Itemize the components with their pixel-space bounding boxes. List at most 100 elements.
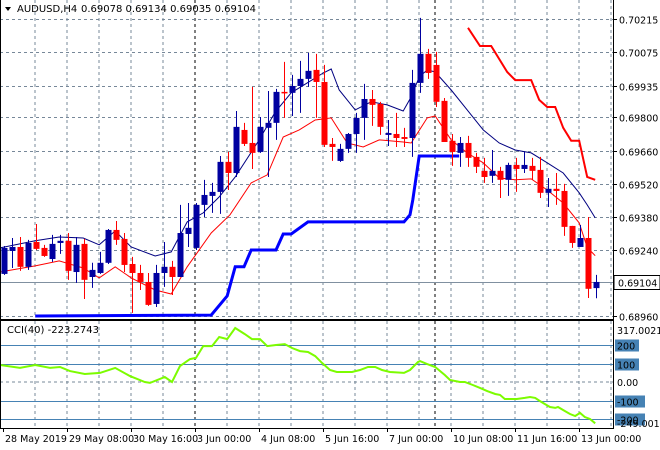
current-price-label: 0.69104 [618, 279, 657, 290]
time-tick-label: 10 Jun 08:00 [453, 434, 513, 445]
candle-body [1, 247, 8, 274]
candle-body [241, 129, 248, 144]
candle-body [161, 266, 168, 273]
candle-body [305, 70, 312, 79]
bear-candle [441, 98, 448, 143]
time-tick-label: 4 Jun 08:00 [261, 434, 315, 445]
candle-body [337, 148, 344, 161]
candle-body [457, 142, 464, 153]
candle-body [265, 122, 272, 128]
candle-body [545, 188, 552, 193]
candle-body [521, 164, 528, 169]
cci-max-label: 317.0021 [617, 326, 660, 337]
candle-body [377, 103, 384, 127]
candle-body [369, 98, 376, 105]
candle-body [73, 244, 80, 273]
candle-body [281, 91, 288, 94]
candle-body [217, 161, 224, 192]
price-tick-label: 0.70075 [619, 49, 658, 60]
cci-min-label: -249.0017 [617, 419, 660, 430]
candle-body [49, 243, 56, 260]
candle-body [441, 100, 448, 143]
candle-body [105, 229, 112, 263]
candle-body [33, 242, 40, 249]
candle-body [289, 85, 296, 93]
candle-body [481, 170, 488, 177]
time-tick-label: 11 Jun 16:00 [517, 434, 577, 445]
candle-body [585, 237, 592, 289]
candle-body [497, 170, 504, 180]
candle-body [577, 237, 584, 247]
candle-body [409, 82, 416, 138]
candle-body [313, 69, 320, 82]
candle-body [17, 246, 24, 267]
symbol-label: AUDUSD,H4 [17, 4, 77, 15]
time-tick-label: 29 May 08:00 [69, 434, 134, 445]
candle-body [185, 227, 192, 234]
candle-body [153, 272, 160, 304]
candle-body [25, 242, 32, 267]
ohlc-readout: 0.69078 0.69134 0.69035 0.69104 [81, 4, 256, 15]
candle-body [257, 126, 264, 152]
candle-body [473, 156, 480, 167]
candle-body [129, 263, 136, 273]
candle-body [201, 194, 208, 205]
price-tick-label: 0.69660 [619, 148, 658, 159]
candle-body [385, 133, 392, 135]
candle-body [81, 243, 88, 280]
price-tick-label: 0.68960 [619, 313, 658, 324]
candle-body [57, 240, 64, 243]
price-tick-label: 0.69935 [619, 83, 658, 94]
candle-body [233, 126, 240, 173]
time-tick-label: 30 May 16:00 [133, 434, 198, 445]
cci-level-label: 200 [617, 342, 635, 353]
candle-body [593, 281, 600, 289]
price-tick-label: 0.70215 [619, 16, 658, 27]
price-tick-label: 0.69520 [619, 181, 658, 192]
candle-body [249, 142, 256, 153]
candle-body [393, 133, 400, 138]
price-tick-label: 0.69380 [619, 214, 658, 225]
candle-body [321, 81, 328, 145]
price-tick-label: 0.69800 [619, 114, 658, 125]
candle-body [553, 188, 560, 191]
candle-body [193, 204, 200, 248]
candle-body [273, 91, 280, 123]
candle-body [89, 269, 96, 277]
candle-body [97, 262, 104, 273]
candle-body [361, 98, 368, 118]
candle-body [209, 191, 216, 196]
time-tick-label: 3 Jun 00:00 [197, 434, 251, 445]
chart-window[interactable]: 0.70215 0.70075 0.69935 0.69800 0.69660 0.695… [0, 0, 660, 450]
cci-level-label: 100 [617, 361, 635, 372]
candle-body [569, 225, 576, 243]
cci-level-label: -100 [617, 398, 639, 409]
candle-body [425, 53, 432, 73]
bull-candle [193, 202, 200, 251]
candle-body [113, 229, 120, 240]
candle-body [177, 233, 184, 277]
candle-body [505, 164, 512, 180]
candle-body [465, 142, 472, 158]
bull-candle [105, 229, 112, 264]
bull-candle [1, 246, 8, 275]
cci-title: CCI(40) -223.2743 [7, 325, 99, 336]
candle-body [345, 133, 352, 149]
cci-zero-label: 0.00 [617, 378, 638, 389]
candle-body [537, 169, 544, 193]
time-tick-label: 28 May 2019 [5, 434, 67, 445]
candle-body [9, 246, 16, 251]
candle-body [169, 266, 176, 277]
bull-candle [25, 239, 32, 270]
candle-body [121, 238, 128, 265]
candle-body [145, 281, 152, 305]
candle-body [41, 247, 48, 256]
candle-body [489, 170, 496, 176]
time-tick-label: 7 Jun 00:00 [389, 434, 443, 445]
candle-body [401, 137, 408, 139]
time-tick-label: 5 Jun 16:00 [325, 434, 379, 445]
candle-body [137, 272, 144, 282]
candle-body [513, 164, 520, 169]
candle-body [329, 143, 336, 147]
chart-header: AUDUSD,H4 0.69078 0.69134 0.69035 0.6910… [5, 4, 256, 15]
